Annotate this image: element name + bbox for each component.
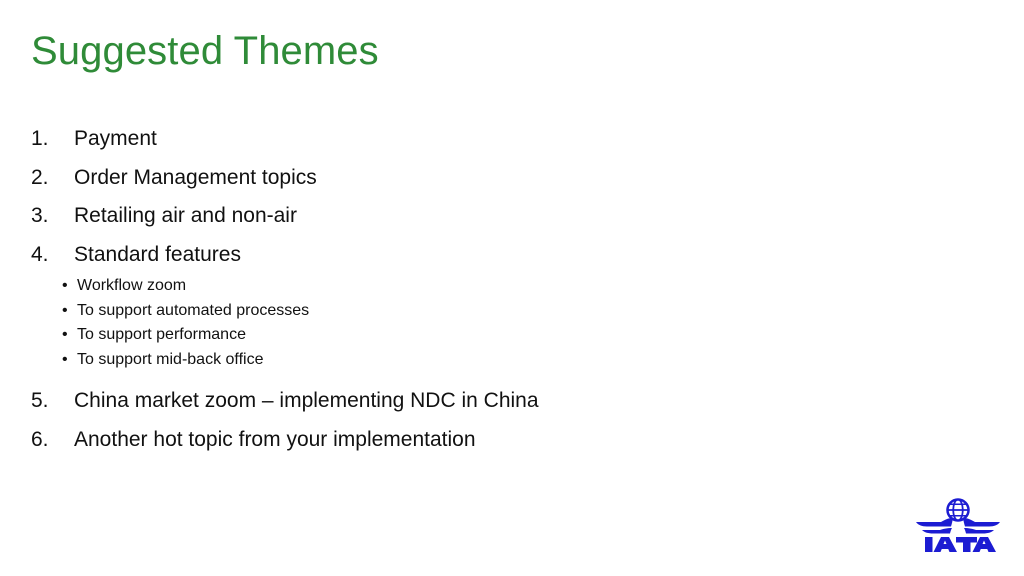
list-item-label: Another hot topic from your implementati… (74, 427, 476, 451)
list-item-number: 5. (31, 389, 49, 412)
slide: Suggested Themes 1. Payment 2. Order Man… (0, 0, 1024, 576)
bullet-icon: • (62, 350, 68, 368)
sub-list-item: • To support automated processes (0, 299, 980, 324)
list-item-number: 3. (31, 204, 49, 227)
list-item: 4. Standard features (0, 236, 980, 275)
wing-left-icon (916, 518, 953, 534)
bullet-icon: • (62, 277, 68, 294)
list-item-number: 1. (31, 127, 49, 150)
list-item-number: 4. (31, 242, 49, 266)
sub-list-item-label: To support mid-back office (77, 350, 264, 368)
iata-wordmark (925, 537, 996, 552)
list-item-label: Standard features (74, 242, 241, 266)
sub-list: • Workflow zoom • To support automated p… (0, 274, 980, 372)
sub-list-item-label: Workflow zoom (77, 277, 187, 294)
list-item-label: Payment (74, 127, 157, 150)
list-item: 6. Another hot topic from your implement… (0, 421, 980, 460)
list-item: 1. Payment (0, 120, 980, 159)
page-title: Suggested Themes (31, 29, 379, 73)
list-item-number: 2. (31, 165, 49, 189)
list-item: 5. China market zoom – implementing NDC … (0, 382, 980, 421)
bullet-icon: • (62, 326, 68, 343)
list-item-label: China market zoom – implementing NDC in … (74, 389, 539, 412)
list-item-label: Order Management topics (74, 165, 317, 189)
sub-list-item-label: To support performance (77, 326, 246, 343)
wing-right-icon (963, 518, 1000, 534)
sub-list-item: • To support performance (0, 323, 980, 348)
list-item-number: 6. (31, 427, 49, 451)
list-item-label: Retailing air and non-air (74, 204, 297, 227)
themes-list: 1. Payment 2. Order Management topics 3.… (0, 120, 980, 459)
list-item: 2. Order Management topics (0, 159, 980, 198)
list-item: 3. Retailing air and non-air (0, 197, 980, 236)
globe-icon (946, 498, 970, 522)
bullet-icon: • (62, 301, 68, 319)
sub-list-item: • Workflow zoom (0, 274, 980, 299)
sub-list-item-label: To support automated processes (77, 301, 310, 319)
sub-list-item: • To support mid-back office (0, 348, 980, 373)
iata-logo (912, 497, 1004, 553)
